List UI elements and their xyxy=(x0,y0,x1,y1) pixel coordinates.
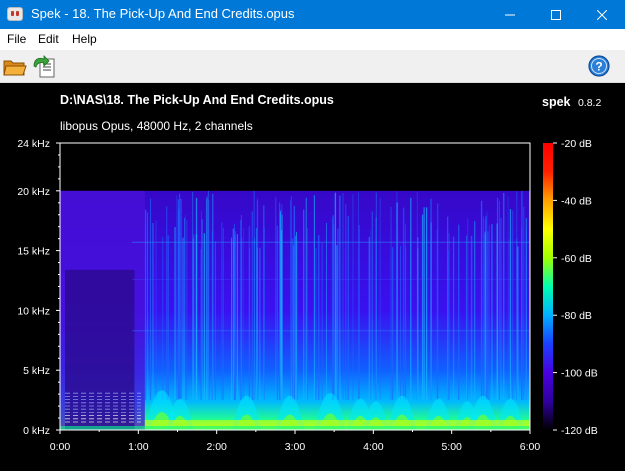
open-folder-icon xyxy=(3,60,27,76)
open-button[interactable] xyxy=(2,54,28,80)
spek-app-icon xyxy=(7,7,23,21)
y-tick-label: 10 kHz xyxy=(17,305,50,317)
db-legend: -20 dB -40 dB -60 dB -80 dB -100 dB -120 dB xyxy=(543,138,598,437)
y-tick-label: 24 kHz xyxy=(17,138,50,150)
x-tick-label: 3:00 xyxy=(285,441,306,453)
sub-bass-band xyxy=(60,426,530,430)
save-image-icon xyxy=(33,55,55,78)
y-tick-label: 20 kHz xyxy=(17,186,50,198)
close-icon xyxy=(597,9,607,20)
db-tick-label: -100 dB xyxy=(561,368,598,380)
x-tick-label: 6:00 xyxy=(520,441,541,453)
spectrogram-chart: 0 kHz 5 kHz 10 kHz 15 kHz 20 kHz 24 kHz 0:00 1:… xyxy=(17,138,598,453)
close-button[interactable] xyxy=(579,0,625,29)
minimize-icon xyxy=(505,14,515,15)
x-tick-label: 2:00 xyxy=(206,441,227,453)
y-tick-label: 15 kHz xyxy=(17,246,50,258)
help-icon: ? xyxy=(588,55,610,77)
spectrogram-image xyxy=(60,190,530,430)
db-tick-label: -80 dB xyxy=(561,310,592,322)
save-button[interactable] xyxy=(32,54,58,80)
x-tick-label: 5:00 xyxy=(441,441,462,453)
x-tick-label: 1:00 xyxy=(128,441,149,453)
y-tick-label: 0 kHz xyxy=(23,425,50,437)
db-tick-label: -120 dB xyxy=(561,425,598,437)
x-tick-label: 4:00 xyxy=(363,441,384,453)
menu-help[interactable]: Help xyxy=(72,32,97,47)
db-tick-label: -40 dB xyxy=(561,195,592,207)
window-title: Spek - 18. The Pick-Up And End Credits.o… xyxy=(31,6,295,21)
menu-file[interactable]: File xyxy=(7,32,26,47)
help-button[interactable]: ? xyxy=(587,54,613,80)
db-tick-label: -60 dB xyxy=(561,253,592,265)
y-tick-label: 5 kHz xyxy=(23,365,50,377)
menu-edit[interactable]: Edit xyxy=(38,32,59,47)
maximize-button[interactable] xyxy=(533,0,579,29)
minimize-button[interactable] xyxy=(487,0,533,29)
db-tick-label: -20 dB xyxy=(561,138,592,150)
x-tick-label: 0:00 xyxy=(50,441,71,453)
title-bar: Spek - 18. The Pick-Up And End Credits.o… xyxy=(0,0,625,29)
menu-bar: File Edit Help xyxy=(0,29,625,50)
db-colorbar xyxy=(543,143,553,430)
toolbar: ? xyxy=(0,50,625,83)
svg-text:?: ? xyxy=(595,60,602,74)
spectrogram-panel: D:\NAS\18. The Pick-Up And End Credits.o… xyxy=(0,83,625,471)
maximize-icon xyxy=(551,9,561,20)
